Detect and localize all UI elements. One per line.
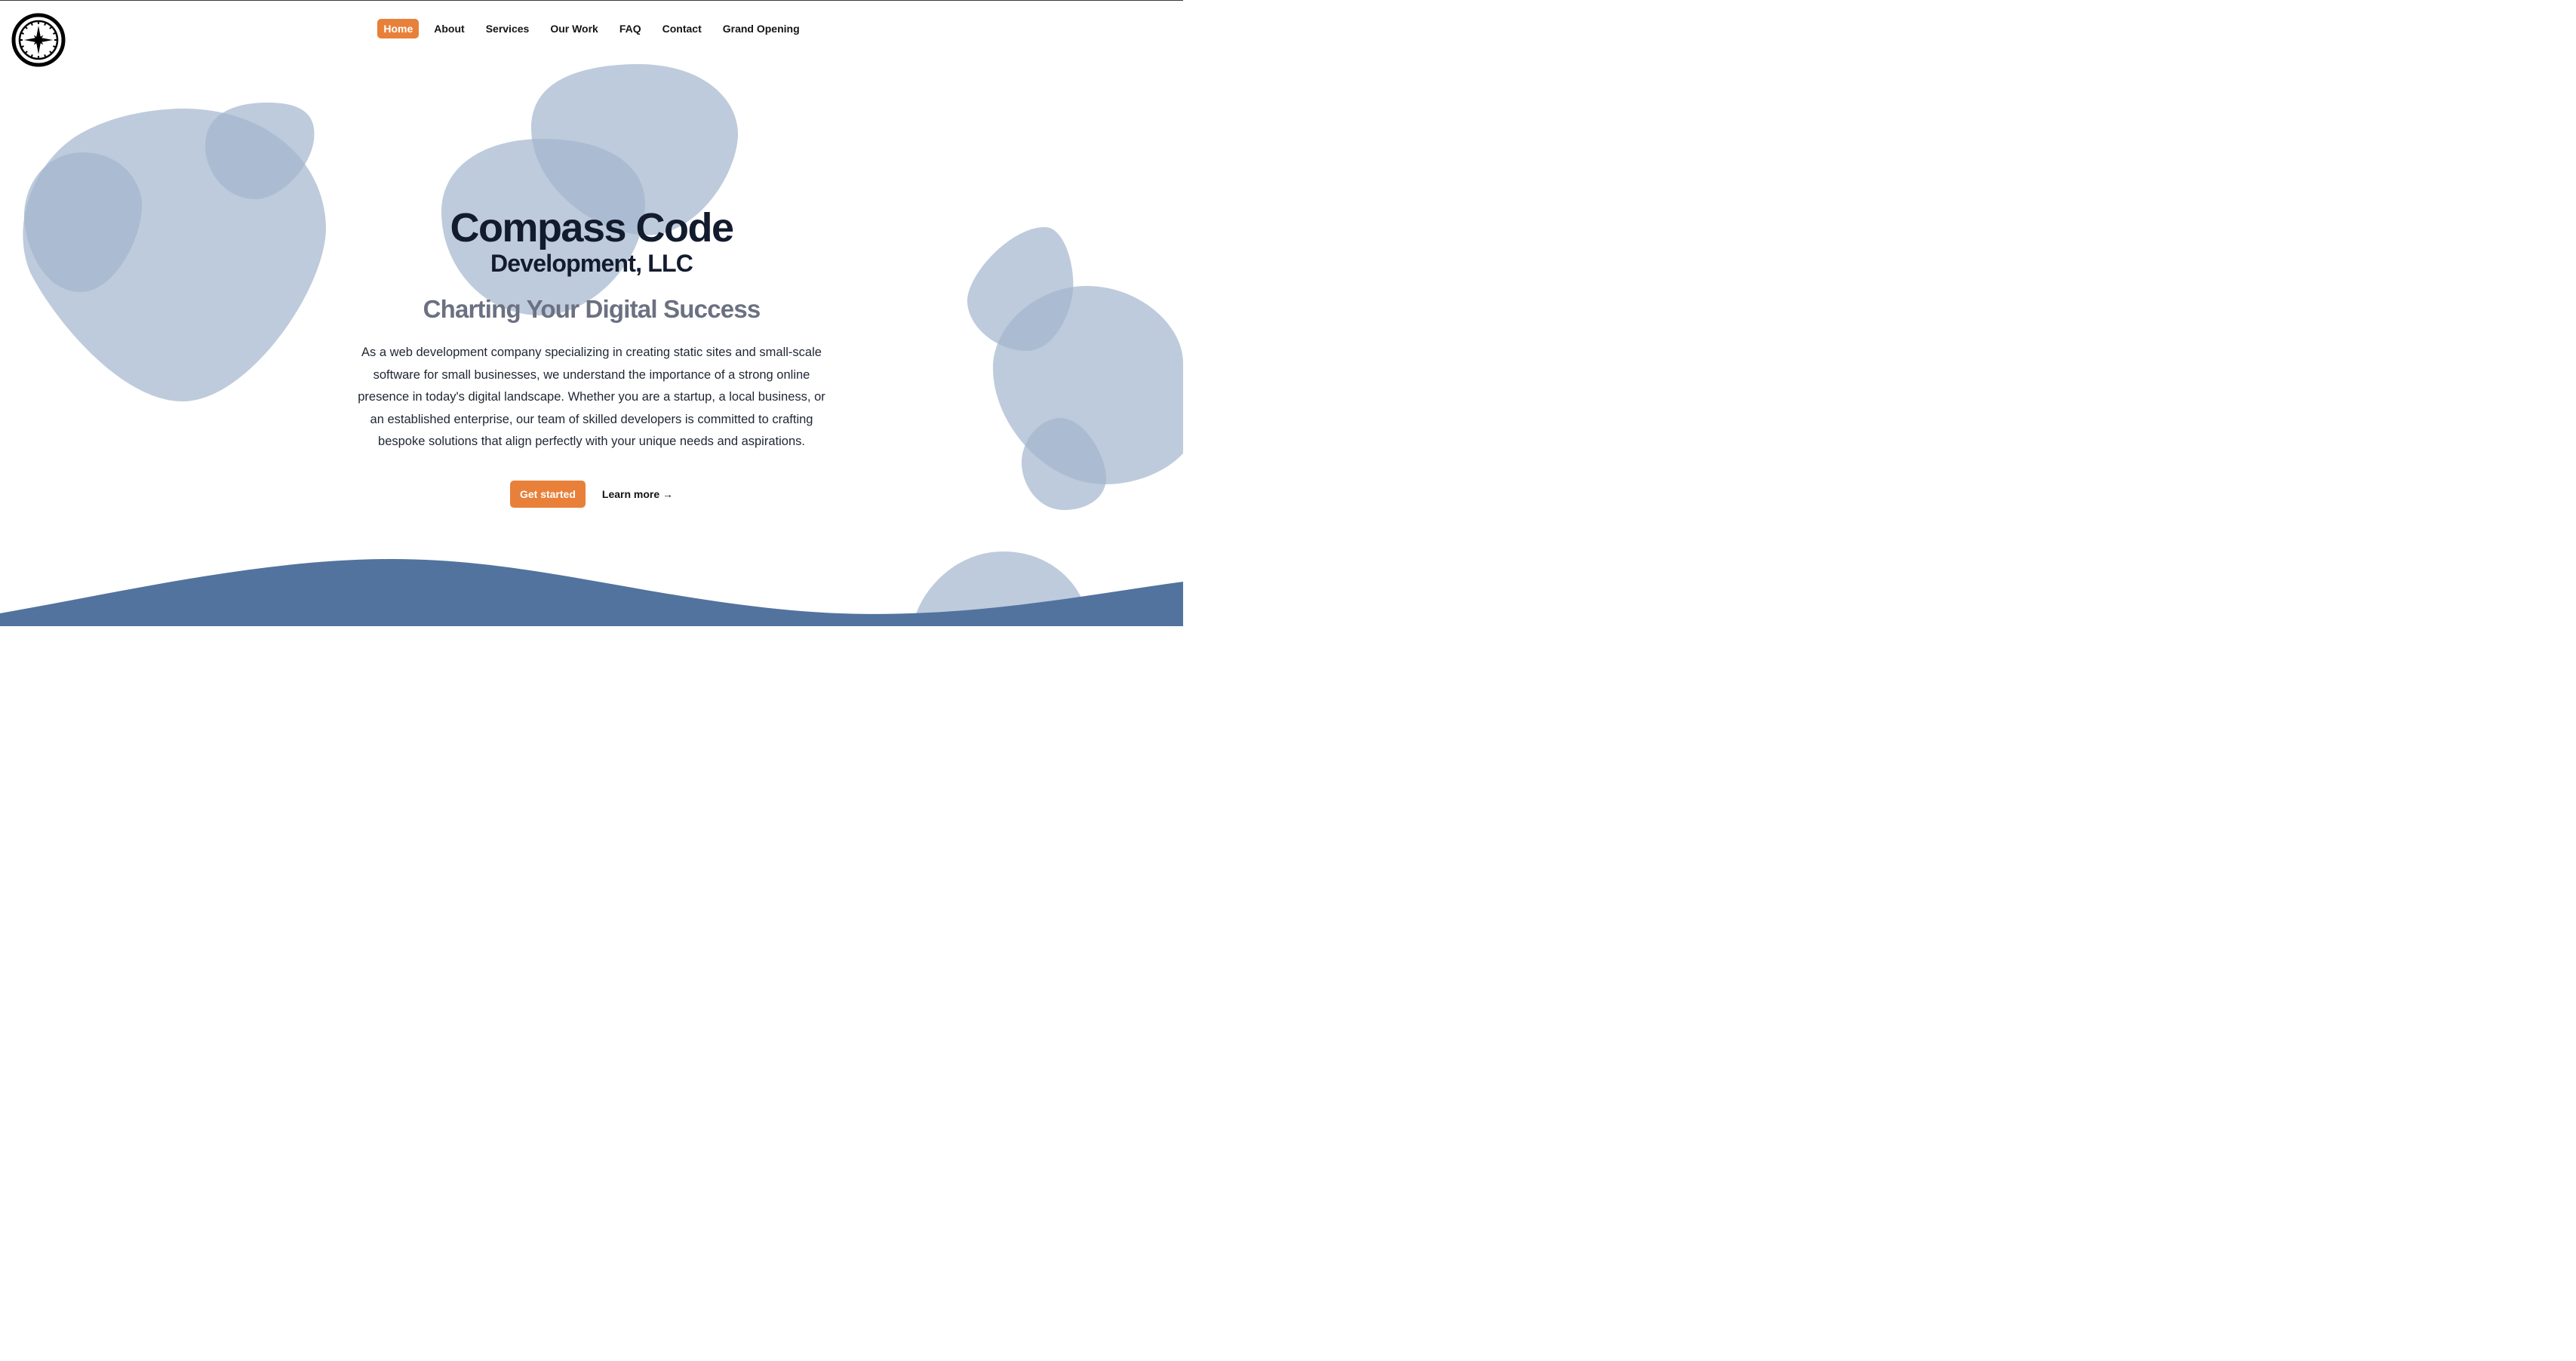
learn-more-link[interactable]: Learn more → [602, 488, 673, 500]
get-started-button[interactable]: Get started [509, 480, 586, 508]
nav-our-work[interactable]: Our Work [544, 19, 604, 38]
hero-description: As a web development company specializin… [358, 346, 825, 448]
hero-subtitle: Development, LLC [490, 250, 693, 277]
nav-faq[interactable]: FAQ [613, 19, 647, 38]
hero-title: Compass Code [450, 205, 734, 250]
hero-tagline: Charting Your Digital Success [423, 295, 761, 323]
nav-about[interactable]: About [428, 19, 470, 38]
hero-actions: Get started Learn more → [0, 480, 1183, 508]
nav-services[interactable]: Services [480, 19, 536, 38]
hero-section: Compass Code Development, LLC Charting Y… [0, 206, 1183, 508]
nav-home[interactable]: Home [377, 19, 420, 38]
nav-grand-opening[interactable]: Grand Opening [717, 19, 806, 38]
main-nav: Home About Services Our Work FAQ Contact… [0, 19, 1183, 38]
nav-contact[interactable]: Contact [656, 19, 708, 38]
